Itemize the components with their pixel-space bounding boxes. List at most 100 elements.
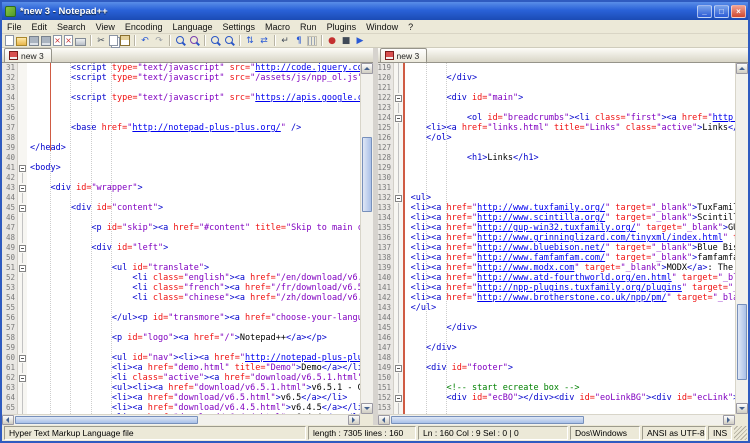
print-icon[interactable] — [75, 38, 86, 46]
menu-edit[interactable]: Edit — [27, 21, 53, 33]
sc roll-right-button[interactable] — [348, 415, 360, 425]
vertical-scrollbar-left[interactable] — [360, 63, 373, 414]
status-typing-mode[interactable]: INS — [708, 426, 732, 440]
code-line — [406, 183, 736, 193]
line-number: 33 — [2, 83, 17, 93]
menu-search[interactable]: Search — [52, 21, 91, 33]
line-number: 132 — [378, 193, 393, 203]
menu-encoding[interactable]: Encoding — [120, 21, 168, 33]
scroll-up-button[interactable] — [361, 63, 373, 74]
line-number: 151 — [378, 383, 393, 393]
fold-collapse-marker[interactable] — [18, 163, 27, 173]
tab-new-3-left[interactable]: new 3 — [4, 48, 52, 62]
line-number: 47 — [2, 223, 17, 233]
line-number: 31 — [2, 63, 17, 73]
menu-macro[interactable]: Macro — [260, 21, 295, 33]
menu-help[interactable]: ? — [403, 21, 418, 33]
status-encoding[interactable]: ANSI as UTF-8 — [642, 426, 706, 440]
open-file-icon[interactable] — [16, 37, 27, 46]
scroll-down-button[interactable] — [361, 403, 373, 414]
horizontal-scrollbar-left[interactable] — [2, 414, 360, 425]
fold-guide — [18, 213, 27, 223]
fold-collapse-marker[interactable] — [394, 363, 403, 373]
menu-file[interactable]: File — [2, 21, 27, 33]
code-area[interactable]: </div> <div id="main"> <ol id="breadcrum… — [403, 63, 736, 414]
show-all-characters-icon[interactable]: ¶ — [293, 35, 305, 47]
code-line — [30, 303, 360, 313]
fold-collapse-marker[interactable] — [18, 353, 27, 363]
menu-language[interactable]: Language — [167, 21, 217, 33]
macro-play-icon[interactable]: ▶ — [354, 35, 366, 47]
scrollbar-thumb[interactable] — [737, 304, 747, 380]
scroll-left-button[interactable] — [378, 415, 390, 425]
scrollbar-track[interactable] — [736, 74, 748, 403]
editor-left[interactable]: 3132333435363738394041424344454647484950… — [2, 63, 373, 414]
macro-stop-icon[interactable]: ■ — [340, 35, 352, 47]
fold-collapse-marker[interactable] — [18, 243, 27, 253]
menu-settings[interactable]: Settings — [218, 21, 261, 33]
menu-plugins[interactable]: Plugins — [322, 21, 362, 33]
vertical-scrollbar-right[interactable] — [735, 63, 748, 414]
fold-collapse-marker[interactable] — [394, 93, 403, 103]
scrollbar-track[interactable] — [361, 74, 373, 403]
fold-collapse-marker[interactable] — [394, 393, 403, 403]
scrollbar-thumb[interactable] — [362, 137, 372, 213]
find-icon[interactable] — [174, 35, 186, 47]
tab-new-3-right[interactable]: new 3 — [380, 48, 428, 62]
new-file-icon[interactable] — [5, 35, 14, 46]
zoom-out-icon[interactable] — [223, 35, 235, 47]
macro-record-icon[interactable]: ● — [326, 35, 338, 47]
fold-margin[interactable] — [18, 63, 27, 414]
close-button[interactable]: × — [731, 5, 746, 18]
cut-icon[interactable]: ✂ — [95, 35, 107, 47]
close-all-icon[interactable]: × — [64, 35, 73, 46]
fold-guide — [18, 403, 27, 413]
horizontal-scrollbar-right[interactable] — [378, 414, 736, 425]
menu-run[interactable]: Run — [295, 21, 322, 33]
toolbar-separator — [274, 35, 275, 46]
indent-guide-icon[interactable] — [307, 36, 317, 46]
save-file-icon[interactable] — [29, 36, 39, 46]
fold-collapse-marker[interactable] — [18, 263, 27, 273]
scrollbar-track[interactable] — [14, 415, 348, 425]
fold-guide — [18, 223, 27, 233]
fold-margin[interactable] — [394, 63, 403, 414]
fold-collapse-marker[interactable] — [394, 113, 403, 123]
replace-icon[interactable] — [188, 35, 200, 47]
editor-right[interactable]: 1191201211221231241251261271281291301311… — [378, 63, 749, 414]
redo-icon[interactable]: ↷ — [153, 35, 165, 47]
undo-icon[interactable]: ↶ — [139, 35, 151, 47]
scroll-down-button[interactable] — [736, 403, 748, 414]
menu-window[interactable]: Window — [361, 21, 403, 33]
resize-grip[interactable] — [734, 426, 747, 440]
copy-icon[interactable] — [109, 35, 118, 46]
fold-collapse-marker[interactable] — [18, 183, 27, 193]
fold-collapse-marker[interactable] — [394, 193, 403, 203]
title-bar[interactable]: *new 3 - Notepad++ _ □ × — [2, 2, 748, 20]
close-file-icon[interactable]: × — [53, 35, 62, 46]
code-line: <script type="text/javascript" src="http… — [30, 93, 360, 103]
word-wrap-icon[interactable]: ↵ — [279, 35, 291, 47]
scrollbar-corner — [360, 414, 373, 425]
scroll-left-button[interactable] — [2, 415, 14, 425]
line-number: 37 — [2, 123, 17, 133]
scrollbar-thumb[interactable] — [391, 416, 584, 424]
scroll-right-button[interactable] — [723, 415, 735, 425]
fold-collapse-marker[interactable] — [18, 373, 27, 383]
paste-icon[interactable] — [120, 35, 130, 46]
status-eol-format[interactable]: Dos\Windows — [570, 426, 640, 440]
fold-collapse-marker[interactable] — [18, 203, 27, 213]
line-number: 54 — [2, 293, 17, 303]
fold-guide — [18, 133, 27, 143]
sync-vertical-scrolling-icon[interactable]: ⇅ — [244, 35, 256, 47]
zoom-in-icon[interactable] — [209, 35, 221, 47]
code-area[interactable]: <script type="text/javascript" src="http… — [27, 63, 360, 414]
scrollbar-track[interactable] — [390, 415, 724, 425]
menu-view[interactable]: View — [91, 21, 120, 33]
minimize-button[interactable]: _ — [697, 5, 712, 18]
sync-horizontal-scrolling-icon[interactable]: ⇄ — [258, 35, 270, 47]
scroll-up-button[interactable] — [736, 63, 748, 74]
maximize-button[interactable]: □ — [714, 5, 729, 18]
save-all-icon[interactable] — [41, 36, 51, 46]
scrollbar-thumb[interactable] — [15, 416, 198, 424]
